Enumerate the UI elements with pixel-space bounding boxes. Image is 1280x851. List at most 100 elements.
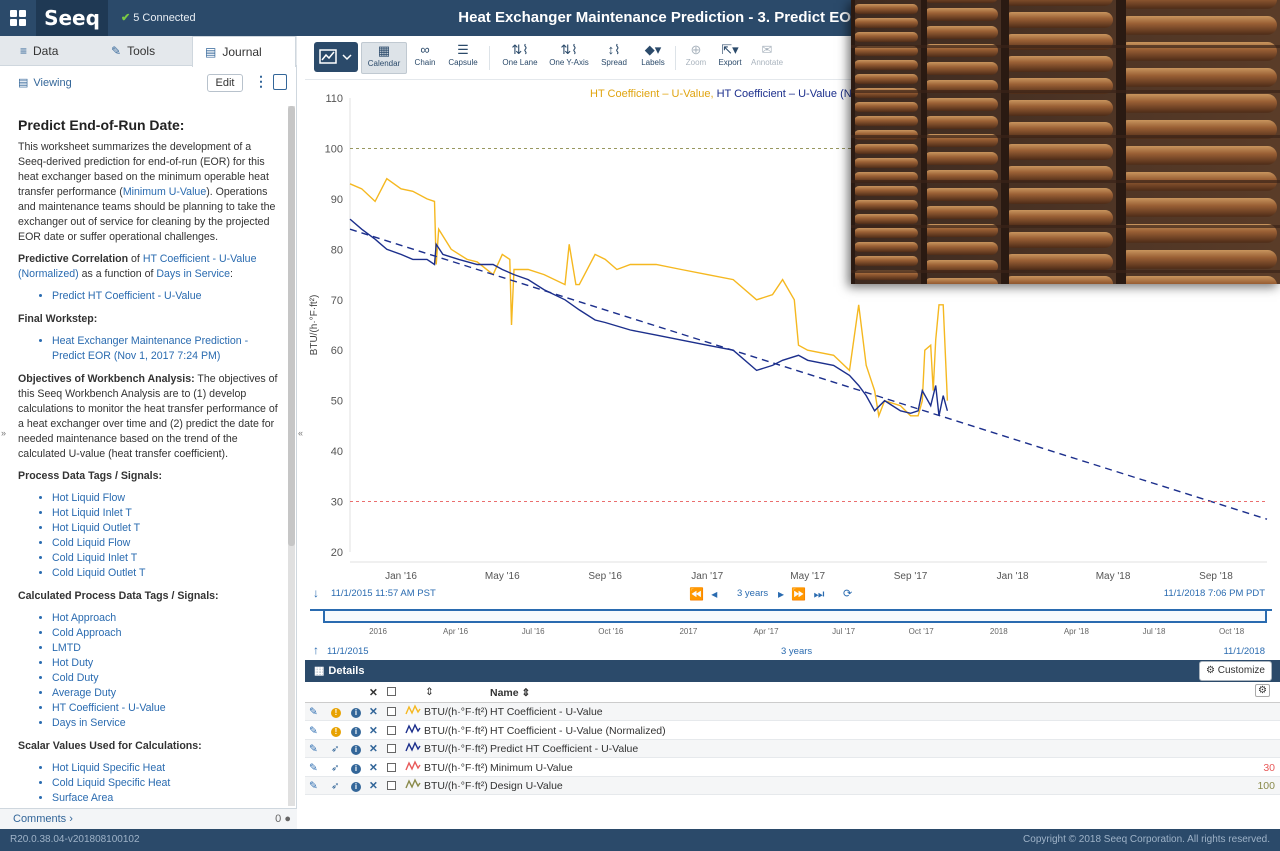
spread-button[interactable]: ↕⌇ Spread	[599, 42, 629, 74]
series-swatch-icon[interactable]	[405, 741, 421, 756]
edit-icon[interactable]: ✎	[309, 743, 318, 755]
rocket-icon[interactable]: ➶	[331, 763, 339, 774]
journal-link[interactable]: Heat Exchanger Maintenance Prediction - …	[52, 335, 248, 362]
info-icon[interactable]: i	[351, 763, 361, 774]
journal-link[interactable]: Cold Liquid Outlet T	[52, 567, 145, 579]
table-row[interactable]: ✎ ➶ i ✕ BTU/(h·°F·ft²) Minimum U-Value 30	[305, 759, 1280, 777]
journal-link[interactable]: Average Duty	[52, 687, 116, 699]
name-column-header[interactable]: Name ⇕	[490, 687, 530, 699]
journal-link[interactable]: Hot Liquid Flow	[52, 492, 125, 504]
row-checkbox[interactable]	[387, 781, 396, 793]
status-cell[interactable]: ➶	[331, 743, 339, 755]
annotate-button[interactable]: ✉ Annotate	[749, 42, 785, 74]
calendar-button[interactable]: ▦ Calendar	[361, 42, 407, 74]
status-cell[interactable]: !	[331, 706, 341, 718]
view-selector[interactable]	[314, 42, 358, 72]
edit-button[interactable]: Edit	[207, 74, 243, 92]
info-cell[interactable]: i	[351, 780, 361, 792]
edit-icon[interactable]: ✎	[309, 725, 318, 737]
journal-link[interactable]: Hot Liquid Specific Heat	[52, 762, 165, 774]
series-swatch-icon[interactable]	[405, 759, 421, 775]
remove-icon[interactable]: ✕	[369, 762, 378, 774]
brand-logo[interactable]: Seeq	[36, 0, 108, 36]
overview-start[interactable]: 11/1/2015	[327, 646, 369, 657]
one-lane-button[interactable]: ⇅⌇ One Lane	[501, 42, 539, 74]
tab-data[interactable]: ≡ Data	[0, 36, 99, 66]
more-options-icon[interactable]: ⋮	[254, 73, 268, 90]
connection-status[interactable]: ✔ 5 Connected	[121, 11, 196, 24]
journal-link[interactable]: Cold Liquid Specific Heat	[52, 777, 170, 789]
remove-icon[interactable]: ✕	[369, 780, 378, 792]
info-cell[interactable]: i	[351, 743, 361, 755]
table-row[interactable]: ✎ ➶ i ✕ BTU/(h·°F·ft²) Predict HT Coefficient…	[305, 740, 1280, 758]
tab-tools[interactable]: ✎ Tools	[99, 36, 192, 66]
status-cell[interactable]: ➶	[331, 762, 339, 774]
info-cell[interactable]: i	[351, 725, 361, 737]
overview-duration[interactable]: 3 years	[781, 646, 812, 657]
table-row[interactable]: ✎! i ✕ BTU/(h·°F·ft²) HT Coefficient - U-Val…	[305, 722, 1280, 740]
display-end[interactable]: 11/1/2018 7:06 PM PDT	[1164, 588, 1265, 599]
journal-link[interactable]: Days in Service	[52, 717, 126, 729]
export-button[interactable]: ⇱▾ Export	[715, 42, 745, 74]
start-arrow-icon[interactable]: ↓	[313, 586, 319, 600]
overview-start-arrow-icon[interactable]: ↑	[313, 643, 319, 657]
column-settings-icon[interactable]: ⚙	[1255, 684, 1270, 697]
remove-icon[interactable]: ✕	[369, 725, 378, 737]
comments-link[interactable]: Comments ›	[13, 813, 73, 825]
journal-link[interactable]: Predict HT Coefficient - U-Value	[52, 290, 202, 302]
edit-icon[interactable]: ✎	[309, 706, 318, 718]
info-icon[interactable]: i	[351, 745, 361, 755]
journal-link[interactable]: Cold Approach	[52, 627, 122, 639]
rocket-icon[interactable]: ➶	[331, 744, 339, 755]
collapse-panel-icon[interactable]	[273, 74, 287, 90]
display-duration[interactable]: 3 years	[737, 588, 768, 599]
zoom-button[interactable]: ⊕ Zoom	[683, 42, 709, 74]
row-checkbox[interactable]	[387, 744, 396, 756]
days-in-service-link[interactable]: Days in Service	[156, 268, 230, 280]
collapse-left-icon[interactable]: «	[298, 428, 303, 438]
journal-link[interactable]: Hot Liquid Inlet T	[52, 507, 132, 519]
minimum-u-value-link[interactable]: Minimum U-Value	[123, 186, 206, 198]
journal-link[interactable]: LMTD	[52, 642, 81, 654]
info-cell[interactable]: i	[351, 706, 361, 718]
status-cell[interactable]: !	[331, 725, 341, 737]
status-cell[interactable]: ➶	[331, 780, 339, 792]
journal-scrollbar[interactable]	[288, 106, 295, 806]
journal-link[interactable]: Hot Approach	[52, 612, 116, 624]
row-checkbox[interactable]	[387, 762, 396, 775]
viewing-link[interactable]: ▤ Viewing	[18, 76, 72, 89]
journal-link[interactable]: Surface Area	[52, 792, 113, 804]
journal-link[interactable]: Cold Duty	[52, 672, 99, 684]
tab-journal[interactable]: ▤ Journal	[192, 36, 296, 67]
info-icon[interactable]: i	[351, 708, 361, 718]
customize-button[interactable]: ⚙ Customize	[1199, 661, 1272, 681]
app-grid-icon[interactable]	[10, 10, 26, 26]
journal-link[interactable]: Cold Liquid Flow	[52, 537, 130, 549]
scrollbar-thumb[interactable]	[288, 106, 295, 546]
step-back-icons[interactable]: ⏪ ◂	[689, 587, 719, 601]
info-icon[interactable]: i	[351, 726, 361, 737]
series-swatch-icon[interactable]	[405, 704, 421, 719]
overview-selection[interactable]	[323, 609, 1267, 623]
info-cell[interactable]: i	[351, 762, 361, 774]
step-forward-icons[interactable]: ▸ ⏩ ⏭	[778, 587, 826, 602]
row-checkbox[interactable]	[387, 707, 396, 719]
table-row[interactable]: ✎! i ✕ BTU/(h·°F·ft²) HT Coefficient - U-Val…	[305, 703, 1280, 721]
one-y-axis-button[interactable]: ⇅⌇ One Y-Axis	[549, 42, 589, 74]
warning-icon[interactable]: !	[331, 708, 341, 718]
table-row[interactable]: ✎ ➶ i ✕ BTU/(h·°F·ft²) Design U-Value 100	[305, 777, 1280, 795]
rocket-icon[interactable]: ➶	[331, 781, 339, 792]
edit-icon[interactable]: ✎	[309, 780, 318, 792]
labels-button[interactable]: ◆▾ Labels	[639, 42, 667, 74]
journal-link[interactable]: Cold Liquid Inlet T	[52, 552, 137, 564]
journal-link[interactable]: Hot Liquid Outlet T	[52, 522, 140, 534]
remove-all-icon[interactable]: ✕	[369, 687, 378, 699]
series-swatch-icon[interactable]	[405, 722, 421, 738]
overview-end[interactable]: 11/1/2018	[1223, 646, 1265, 657]
edit-icon[interactable]: ✎	[309, 762, 318, 774]
journal-link[interactable]: HT Coefficient - U-Value	[52, 702, 166, 714]
refresh-icon[interactable]: ⟳	[843, 587, 852, 600]
warning-icon[interactable]: !	[331, 726, 341, 737]
display-start[interactable]: 11/1/2015 11:57 AM PST	[331, 588, 436, 599]
sort-unit-icon[interactable]: ⇕	[425, 686, 434, 698]
